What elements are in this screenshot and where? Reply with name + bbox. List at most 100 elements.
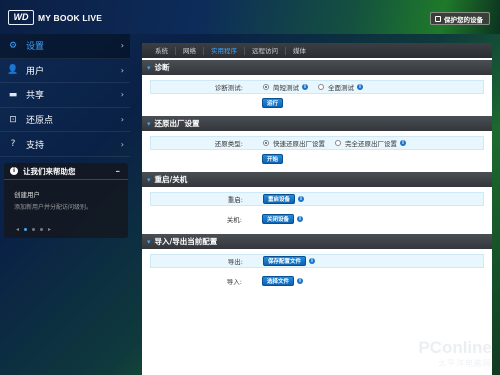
wd-logo: WD: [8, 10, 34, 25]
product-name: MY BOOK LIVE: [38, 13, 103, 23]
folder-icon: ▬: [8, 89, 18, 100]
main-panel: 系统 网络 实用程序 远程访问 媒体 ▾ 诊断 诊断测试: 简短测试 i 全面测…: [142, 43, 492, 375]
chevron-right-icon: ›: [120, 90, 124, 100]
help-panel-title: 让我们来帮助您: [23, 166, 76, 176]
shutdown-row: 关机: 关闭设备 i: [150, 212, 484, 226]
sidebar-item-label: 设置: [26, 42, 45, 53]
sidebar-item-restore-points[interactable]: ⊡ 还原点 ›: [0, 108, 130, 133]
chevron-right-icon: ›: [120, 139, 124, 149]
sidebar-item-support[interactable]: ? 支持 ›: [0, 132, 130, 157]
caret-down-icon: ▾: [147, 237, 151, 246]
shutdown-button[interactable]: 关闭设备: [262, 214, 295, 224]
quick-test-radio[interactable]: 简短测试 i: [263, 82, 308, 92]
section-config: 导出: 保存配置文件 i 导入: 选择文件 i: [142, 249, 492, 294]
gear-icon: ⚙: [8, 40, 18, 51]
tab-network[interactable]: 网络: [176, 46, 204, 55]
section-header-config[interactable]: ▾ 导入/导出当前配置: [142, 234, 492, 249]
field-label: 重启:: [227, 196, 243, 204]
section-header-diagnostics[interactable]: ▾ 诊断: [142, 60, 492, 75]
field-label: 导出:: [227, 258, 243, 266]
diagnostic-test-row: 诊断测试: 简短测试 i 全面测试 i: [150, 80, 484, 94]
carousel-dots: ◂ ▸: [16, 226, 51, 233]
collapse-icon[interactable]: –: [116, 167, 121, 177]
protect-device-button[interactable]: 保护您的设备: [430, 12, 490, 25]
run-button[interactable]: 运行: [262, 98, 284, 108]
start-button[interactable]: 开始: [262, 154, 284, 164]
section-title: 诊断: [154, 63, 170, 72]
tab-utilities[interactable]: 实用程序: [204, 46, 245, 55]
section-reboot: 重启: 重启设备 i 关机: 关闭设备 i: [142, 187, 492, 232]
info-icon[interactable]: i: [298, 196, 305, 202]
tab-media[interactable]: 媒体: [286, 47, 313, 55]
watermark-brand: PConline: [418, 338, 492, 357]
full-restore-radio[interactable]: 完全还原出厂设置 i: [335, 138, 406, 148]
field-label: 还原类型:: [214, 140, 243, 148]
section-title: 导入/导出当前配置: [154, 237, 218, 246]
section-diagnostics: 诊断测试: 简短测试 i 全面测试 i 运行: [142, 75, 492, 114]
radio-label: 快速还原出厂设置: [273, 140, 325, 148]
field-label: 诊断测试:: [214, 84, 243, 92]
radio-unselected-icon: [335, 140, 341, 146]
radio-selected-icon: [263, 84, 269, 90]
radio-selected-icon: [263, 140, 269, 146]
export-row: 导出: 保存配置文件 i: [150, 254, 484, 268]
radio-unselected-icon: [318, 84, 324, 90]
info-icon[interactable]: i: [357, 84, 363, 90]
sidebar-item-label: 用户: [26, 66, 45, 77]
caret-down-icon: ▾: [147, 119, 151, 128]
radio-label: 完全还原出厂设置: [345, 140, 397, 148]
section-title: 重启/关机: [154, 175, 188, 184]
quick-restore-radio[interactable]: 快速还原出厂设置: [263, 138, 325, 148]
help-panel: i 让我们来帮助您 – 创建用户 添加新用户并分配访问级别。 ◂ ▸: [4, 163, 128, 238]
tab-system[interactable]: 系统: [148, 46, 176, 55]
watermark-sub: 太平洋电脑网: [438, 359, 492, 368]
field-label: 导入:: [226, 278, 242, 286]
tab-remote-access[interactable]: 远程访问: [245, 46, 286, 55]
restore-icon: ⊡: [9, 114, 17, 125]
info-icon[interactable]: i: [302, 84, 308, 90]
chevron-right-icon: ›: [120, 65, 124, 75]
carousel-dot[interactable]: [24, 228, 28, 231]
settings-tabs: 系统 网络 实用程序 远程访问 媒体: [142, 43, 492, 58]
choose-file-button[interactable]: 选择文件: [262, 276, 295, 286]
help-item-link[interactable]: 创建用户: [14, 189, 128, 199]
help-item-description: 添加新用户并分配访问级别。: [14, 204, 93, 211]
info-icon[interactable]: i: [297, 216, 304, 222]
sidebar-item-label: 还原点: [26, 116, 54, 127]
info-icon[interactable]: i: [400, 140, 406, 146]
help-panel-header: i 让我们来帮助您 –: [4, 163, 128, 180]
help-icon: ?: [10, 139, 16, 150]
info-icon[interactable]: i: [297, 278, 304, 284]
watermark: PConline 太平洋电脑网: [418, 338, 492, 369]
sidebar-item-settings[interactable]: ⚙ 设置 ›: [0, 34, 130, 59]
reboot-button[interactable]: 重启设备: [263, 194, 296, 204]
reboot-row: 重启: 重启设备 i: [150, 192, 484, 206]
sidebar-item-shares[interactable]: ▬ 共享 ›: [0, 83, 130, 108]
caret-down-icon: ▾: [147, 175, 151, 184]
radio-label: 简短测试: [273, 84, 299, 92]
chevron-right-icon: ›: [120, 41, 124, 51]
info-icon: i: [10, 167, 18, 175]
section-header-reboot[interactable]: ▾ 重启/关机: [142, 172, 492, 187]
carousel-prev-icon[interactable]: ◂: [16, 226, 19, 233]
info-icon[interactable]: i: [309, 258, 316, 264]
sidebar-item-label: 支持: [26, 140, 45, 151]
import-row: 导入: 选择文件 i: [150, 274, 484, 288]
sidebar-item-users[interactable]: 👤 用户 ›: [0, 59, 130, 84]
lock-icon: [435, 15, 441, 22]
section-header-factory-restore[interactable]: ▾ 还原出厂设置: [142, 116, 492, 131]
protect-device-label: 保护您的设备: [444, 15, 483, 24]
carousel-next-icon[interactable]: ▸: [48, 226, 51, 233]
sidebar-item-label: 共享: [26, 91, 45, 102]
carousel-dot[interactable]: [32, 228, 36, 231]
full-test-radio[interactable]: 全面测试 i: [318, 82, 363, 92]
field-label: 关机:: [226, 216, 242, 224]
radio-label: 全面测试: [328, 84, 354, 92]
save-config-button[interactable]: 保存配置文件: [263, 256, 307, 266]
user-icon: 👤: [7, 65, 19, 76]
sidebar: ⚙ 设置 › 👤 用户 › ▬ 共享 › ⊡ 还原点 › ? 支持 ›: [0, 34, 130, 158]
top-bar: WD MY BOOK LIVE 保护您的设备: [0, 0, 500, 34]
carousel-dot[interactable]: [40, 228, 44, 231]
section-title: 还原出厂设置: [154, 119, 200, 128]
caret-down-icon: ▾: [147, 63, 151, 72]
